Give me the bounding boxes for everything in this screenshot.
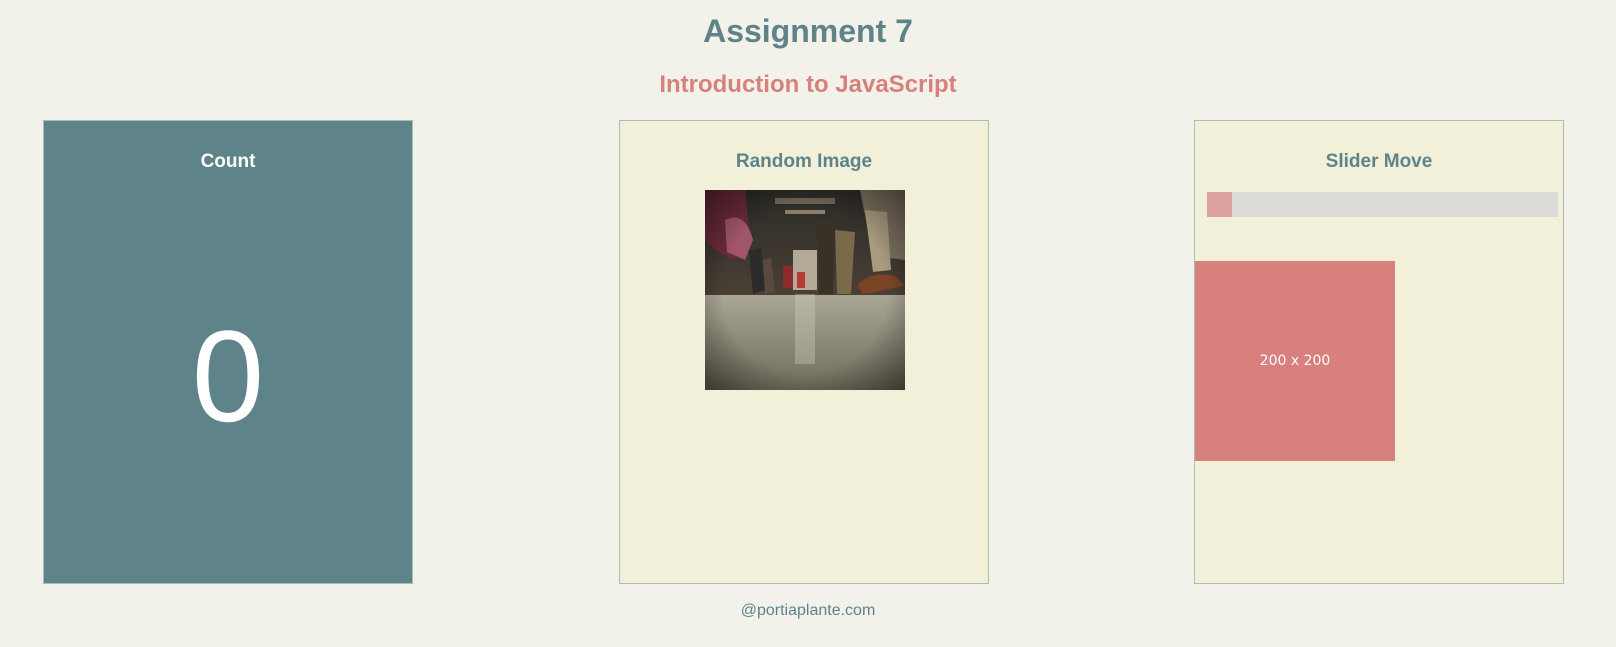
moving-box-label: 200 x 200: [1259, 353, 1331, 369]
count-value: 0: [191, 303, 265, 449]
slider-track[interactable]: [1207, 192, 1558, 217]
count-panel[interactable]: Count 0: [43, 120, 413, 584]
footer-credit[interactable]: @portiaplante.com: [0, 601, 1616, 621]
page-subtitle: Introduction to JavaScript: [659, 71, 957, 98]
page-title: Assignment 7: [703, 13, 913, 49]
count-title: Count: [200, 151, 256, 172]
moving-box: 200 x 200: [1195, 261, 1395, 461]
random-image[interactable]: [705, 190, 905, 390]
slider-title: Slider Move: [1325, 151, 1433, 172]
subway-photo: [705, 190, 905, 390]
random-image-title: Random Image: [735, 151, 873, 172]
random-image-panel: Random Image: [619, 120, 989, 584]
slider-panel: Slider Move 200 x 200: [1194, 120, 1564, 584]
slider-handle[interactable]: [1207, 192, 1232, 217]
